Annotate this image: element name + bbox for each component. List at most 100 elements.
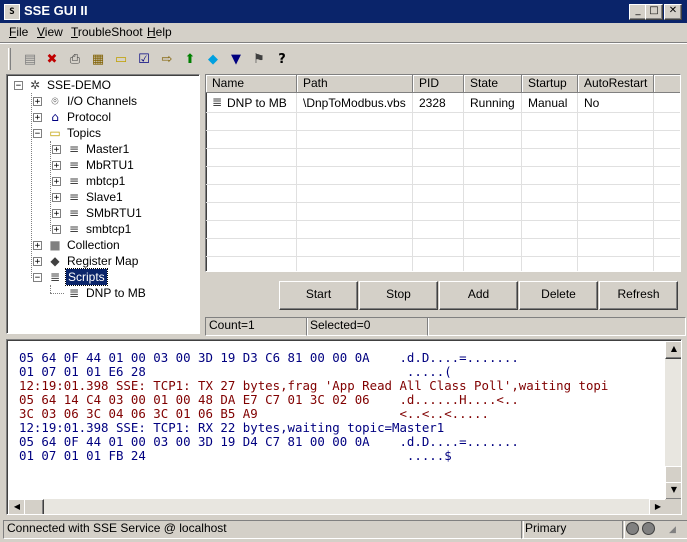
scroll-corner [665,499,681,514]
expand-icon[interactable]: + [33,241,42,251]
expand-icon[interactable]: + [52,145,61,155]
tree-item-label: smbtcp1 [86,222,132,236]
topic-icon: ≡ [68,222,80,236]
log-panel[interactable]: 05 64 0F 44 01 00 03 00 3D 19 D3 C6 81 0… [6,339,682,515]
tree-item-label: MbRTU1 [86,158,134,172]
cell-name: DNP to MB [227,96,287,110]
column-header-name[interactable]: Name [206,75,297,93]
topic-icon: ≡ [68,206,80,220]
delete-button[interactable]: Delete [519,281,598,310]
column-header-pid[interactable]: PID [413,75,464,93]
tree-item-topic[interactable]: + ≡ mbtcp1 [7,173,197,189]
tree-item-protocol[interactable]: + ⌂ Protocol [7,109,197,125]
tree-item-label: Collection [67,238,120,252]
tree-item-collection[interactable]: + ■ Collection [7,237,197,253]
stop-button[interactable]: Stop [359,281,438,310]
tree-item-register-map[interactable]: + ◆ Register Map [7,253,197,269]
scroll-down-icon[interactable]: ▼ [665,482,681,500]
count-status: Count=1 [205,317,308,336]
server-icon[interactable]: ▤ [20,50,40,70]
open-folder-icon[interactable]: ▭ [111,50,131,70]
tree-view[interactable]: − ✲ SSE-DEMO + ⌾ I/O Channels + ⌂ Protoc… [6,74,200,334]
printer-icon[interactable]: ⎙ [65,50,85,70]
import-icon[interactable]: ⇨ [157,50,177,70]
expand-icon[interactable]: + [52,161,61,171]
tree-item-topic[interactable]: + ≡ Slave1 [7,189,197,205]
wizard-icon[interactable]: ⚑ [249,50,269,70]
register-map-icon: ◆ [50,254,60,268]
protocol-icon: ⌂ [51,110,59,124]
check-icon[interactable]: ☑ [134,50,154,70]
maximize-button[interactable]: □ [645,4,663,20]
indicator-pane: ◢ [622,520,687,539]
menu-file[interactable]: File [9,25,28,39]
upload-icon[interactable]: ⬆ [180,50,200,70]
expand-icon[interactable]: + [33,257,42,267]
column-header-state[interactable]: State [464,75,522,93]
satellite-icon: ⌾ [51,94,59,108]
cell-autorestart: No [584,96,600,110]
column-header-filler [654,75,680,93]
indicator-light-icon [642,522,655,535]
filter-icon[interactable]: ▼ [226,50,246,70]
start-button[interactable]: Start [279,281,358,310]
column-header-autorestart[interactable]: AutoRestart [578,75,654,93]
menu-view[interactable]: View [37,25,63,39]
resize-grip-icon[interactable]: ◢ [669,525,676,535]
collapse-icon[interactable]: − [33,129,42,139]
tree-item-label: I/O Channels [67,94,138,108]
column-header-startup[interactable]: Startup [522,75,578,93]
collapse-icon[interactable]: − [14,81,23,91]
tree-item-io-channels[interactable]: + ⌾ I/O Channels [7,93,197,109]
diamond-icon[interactable]: ◆ [203,50,223,70]
tree-item-label: Slave1 [86,190,123,204]
window-title: SSE GUI II [24,3,88,18]
cell-pid: 2328 [419,96,446,110]
delete-icon[interactable]: ✖ [42,50,62,70]
cell-startup: Manual [528,96,568,110]
expand-icon[interactable]: + [33,113,42,123]
role-status: Primary [521,520,625,539]
scripts-list[interactable]: Name Path PID State Startup AutoRestart … [205,74,681,272]
server-tree-icon: ✲ [29,78,41,92]
menu-help[interactable]: Help [147,25,172,39]
expand-icon[interactable]: + [52,209,61,219]
help-icon[interactable]: ? [272,50,292,70]
tree-item-label: Register Map [67,254,139,268]
expand-icon[interactable]: + [52,225,61,235]
expand-icon[interactable]: + [52,193,61,203]
list-status-empty [427,317,686,336]
column-header-path[interactable]: Path [297,75,413,93]
tree-item-label: Protocol [67,110,112,124]
toolbar-grip[interactable] [8,48,11,70]
expand-icon[interactable]: + [33,97,42,107]
tree-item-topics[interactable]: − ▭ Topics [7,125,197,141]
scripts-icon: ≣ [49,270,61,284]
tree-item-topic[interactable]: + ≡ MbRTU1 [7,157,197,173]
log-line: 01 07 01 01 FB 24 .....$ [19,448,452,463]
log-line: 12:19:01.398 SSE: TCP1: RX 22 bytes,wait… [19,420,445,435]
properties-icon[interactable]: ▦ [88,50,108,70]
expand-icon[interactable]: + [52,177,61,187]
app-icon[interactable]: S [4,4,20,20]
scroll-up-icon[interactable]: ▲ [665,341,681,359]
refresh-button[interactable]: Refresh [599,281,678,310]
tree-item-topic[interactable]: + ≡ smbtcp1 [7,221,197,237]
close-button[interactable]: ✕ [664,4,682,20]
horizontal-scrollbar[interactable] [8,499,665,514]
menu-troubleshoot[interactable]: TroubleShoot [71,25,143,39]
tree-root[interactable]: − ✲ SSE-DEMO [7,77,197,93]
tree-item-script[interactable]: ≣ DNP to MB [7,285,197,301]
collapse-icon[interactable]: − [33,273,42,283]
selected-status: Selected=0 [306,317,429,336]
tree-item-topic[interactable]: + ≡ SMbRTU1 [7,205,197,221]
tree-item-topic[interactable]: + ≡ Master1 [7,141,197,157]
indicator-light-icon [626,522,639,535]
scroll-thumb-horizontal[interactable] [24,499,44,514]
tree-item-scripts[interactable]: − ≣ Scripts [7,268,197,286]
add-button[interactable]: Add [439,281,518,310]
log-line: 01 07 01 01 E6 28 .....( [19,364,452,379]
title-bar[interactable]: S SSE GUI II _ □ ✕ [0,0,687,23]
tree-item-label-selected: Scripts [65,268,108,286]
tree-item-label: Topics [67,126,102,140]
